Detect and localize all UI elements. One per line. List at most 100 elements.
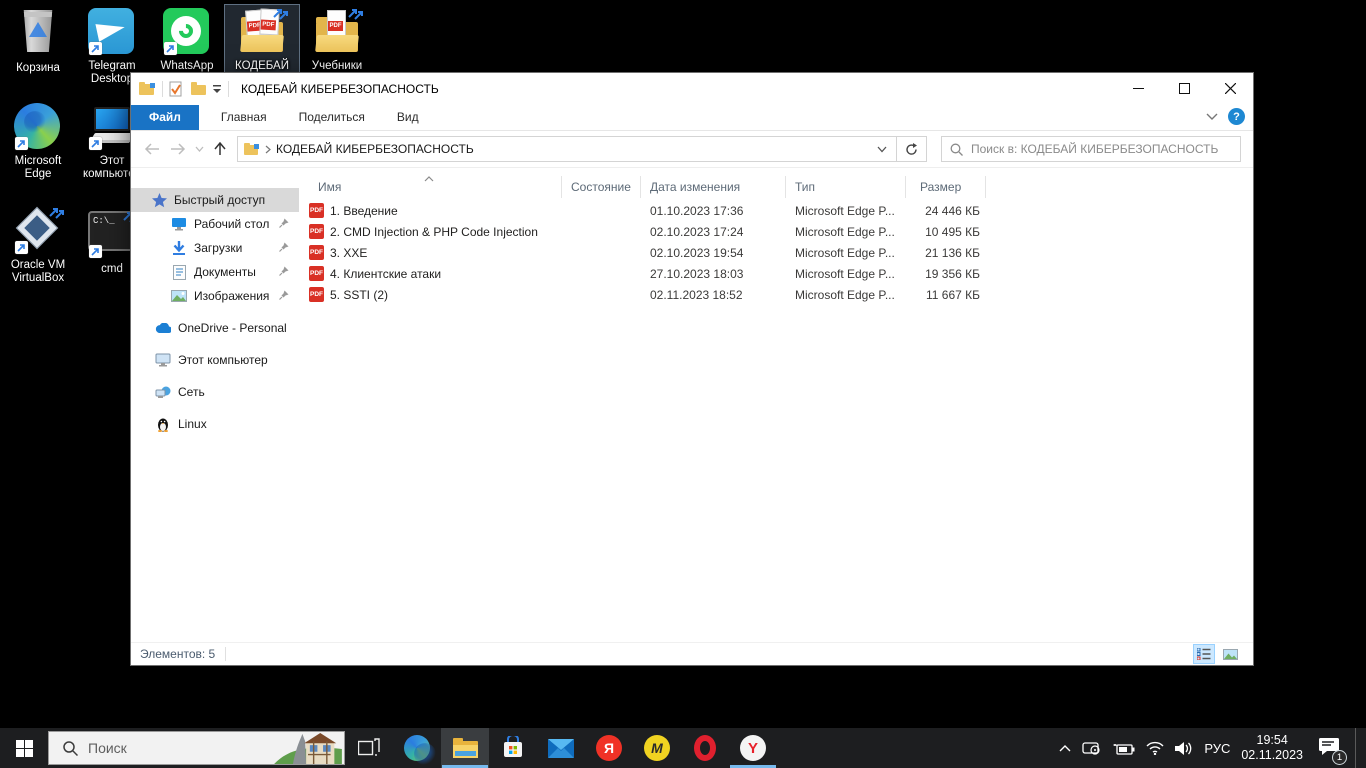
taskbar-m-browser-button[interactable]: M xyxy=(633,728,681,768)
tab-view[interactable]: Вид xyxy=(381,105,435,130)
column-header-size[interactable]: Размер xyxy=(906,176,986,198)
volume-icon[interactable] xyxy=(1175,741,1193,756)
back-button[interactable] xyxy=(139,136,165,162)
time: 19:54 xyxy=(1241,733,1303,748)
title-bar[interactable]: КОДЕБАЙ КИБЕРБЕЗОПАСНОСТЬ xyxy=(131,73,1253,104)
sidebar-item-label: Linux xyxy=(178,417,207,431)
file-row[interactable]: PDF5. SSTI (2) 02.11.2023 18:52 Microsof… xyxy=(299,284,1253,305)
taskbar-yandex-button[interactable]: Я xyxy=(585,728,633,768)
windows-logo-icon xyxy=(16,740,33,757)
sync-arrows-icon xyxy=(48,203,66,224)
clock[interactable]: 19:54 02.11.2023 xyxy=(1241,733,1303,763)
task-view-button[interactable] xyxy=(345,728,393,768)
navigation-bar: КОДЕБАЙ КИБЕРБЕЗОПАСНОСТЬ xyxy=(131,131,1253,168)
sidebar-item-label: Рабочий стол xyxy=(194,217,269,231)
cast-display-icon[interactable] xyxy=(1082,740,1102,756)
file-row[interactable]: PDF3. XXE 02.10.2023 19:54 Microsoft Edg… xyxy=(299,242,1253,263)
taskbar-explorer-button[interactable] xyxy=(441,728,489,768)
large-icons-view-button[interactable] xyxy=(1219,644,1241,664)
explorer-search-box[interactable] xyxy=(941,136,1241,162)
sidebar-item-onedrive[interactable]: OneDrive - Personal xyxy=(131,316,299,340)
shortcut-arrow-icon xyxy=(89,245,102,258)
address-dropdown-icon[interactable] xyxy=(877,146,887,153)
taskbar-yandex-browser-button[interactable]: Y xyxy=(729,728,777,768)
desktop-icon-virtualbox[interactable]: Oracle VM VirtualBox xyxy=(0,203,76,289)
taskbar-store-button[interactable] xyxy=(489,728,537,768)
help-icon[interactable]: ? xyxy=(1228,108,1245,125)
pin-icon xyxy=(279,217,289,231)
pin-icon xyxy=(279,265,289,279)
tab-file[interactable]: Файл xyxy=(131,105,199,130)
taskbar: Я M Y РУС 19:54 02.11.2023 1 xyxy=(0,728,1366,768)
close-button[interactable] xyxy=(1207,73,1253,104)
sidebar-item-downloads[interactable]: Загрузки xyxy=(131,236,299,260)
explorer-icon xyxy=(452,737,479,759)
column-header-type[interactable]: Тип xyxy=(786,176,906,198)
tab-share[interactable]: Поделиться xyxy=(283,105,381,130)
up-button[interactable] xyxy=(207,136,233,162)
items-count: Элементов: 5 xyxy=(140,647,215,661)
desktop-icon-recycle-bin[interactable]: Корзина xyxy=(0,4,76,79)
file-size: 24 446 КБ xyxy=(906,204,986,218)
refresh-button[interactable] xyxy=(897,136,927,162)
battery-icon[interactable] xyxy=(1113,742,1135,755)
sidebar-item-desktop[interactable]: Рабочий стол xyxy=(131,212,299,236)
column-header-modified[interactable]: Дата изменения xyxy=(641,176,786,198)
ribbon-collapse-icon[interactable] xyxy=(1206,113,1218,121)
address-bar[interactable]: КОДЕБАЙ КИБЕРБЕЗОПАСНОСТЬ xyxy=(237,136,897,162)
show-desktop-button[interactable] xyxy=(1355,728,1360,768)
language-indicator[interactable]: РУС xyxy=(1204,741,1230,756)
taskbar-mail-button[interactable] xyxy=(537,728,585,768)
file-modified: 02.11.2023 18:52 xyxy=(641,288,786,302)
explorer-window: КОДЕБАЙ КИБЕРБЕЗОПАСНОСТЬ Файл Главная П… xyxy=(130,72,1254,666)
file-row[interactable]: PDF1. Введение 01.10.2023 17:36 Microsof… xyxy=(299,200,1253,221)
sidebar-item-pictures[interactable]: Изображения xyxy=(131,284,299,308)
desktop-icon-kodebay[interactable]: PDF PDF КОДЕБАЙ xyxy=(224,4,300,77)
wifi-icon[interactable] xyxy=(1146,741,1164,755)
details-view-button[interactable] xyxy=(1193,644,1215,664)
desktop-icon-edge[interactable]: Microsoft Edge xyxy=(0,99,76,185)
recycle-bin-icon xyxy=(14,10,62,58)
qat-dropdown-icon[interactable] xyxy=(212,84,222,94)
maximize-button[interactable] xyxy=(1161,73,1207,104)
edge-icon xyxy=(404,735,430,761)
sidebar-item-quick-access[interactable]: Быстрый доступ xyxy=(131,188,299,212)
forward-button[interactable] xyxy=(165,136,191,162)
column-header-state[interactable]: Состояние xyxy=(562,176,641,198)
properties-qat-icon[interactable] xyxy=(169,81,183,97)
taskbar-opera-button[interactable] xyxy=(681,728,729,768)
mail-icon xyxy=(548,739,574,758)
microsoft-store-icon xyxy=(501,736,525,760)
notification-badge: 1 xyxy=(1332,750,1347,765)
sort-ascending-icon xyxy=(424,169,434,187)
sidebar-item-label: Сеть xyxy=(178,385,205,399)
address-folder-icon xyxy=(244,143,260,156)
new-folder-qat-icon[interactable] xyxy=(191,82,207,95)
sidebar-item-documents[interactable]: Документы xyxy=(131,260,299,284)
start-button[interactable] xyxy=(0,728,48,768)
breadcrumb[interactable]: КОДЕБАЙ КИБЕРБЕЗОПАСНОСТЬ xyxy=(276,142,474,156)
file-row[interactable]: PDF2. CMD Injection & PHP Code Injection… xyxy=(299,221,1253,242)
file-row[interactable]: PDF4. Клиентские атаки 27.10.2023 18:03 … xyxy=(299,263,1253,284)
desktop-folder-icon xyxy=(171,216,187,232)
desktop-icon-whatsapp[interactable]: WhatsApp xyxy=(149,4,225,77)
sidebar-item-this-pc[interactable]: Этот компьютер xyxy=(131,348,299,372)
file-size: 10 495 КБ xyxy=(906,225,986,239)
explorer-search-input[interactable] xyxy=(971,142,1232,156)
sidebar-item-linux[interactable]: Linux xyxy=(131,412,299,436)
tab-home[interactable]: Главная xyxy=(205,105,283,130)
notification-center-button[interactable]: 1 xyxy=(1318,737,1340,760)
taskbar-search-box[interactable] xyxy=(48,731,345,765)
minimize-button[interactable] xyxy=(1115,73,1161,104)
taskbar-search-input[interactable] xyxy=(88,740,228,756)
sidebar-item-network[interactable]: Сеть xyxy=(131,380,299,404)
taskbar-edge-button[interactable] xyxy=(393,728,441,768)
recent-locations-dropdown-icon[interactable] xyxy=(191,136,207,162)
shortcut-arrow-icon xyxy=(89,42,102,55)
search-highlight-image xyxy=(272,732,344,764)
tray-expand-icon[interactable] xyxy=(1059,744,1071,752)
yandex-icon: Я xyxy=(596,735,622,761)
desktop-icon-uchebniki[interactable]: PDF Учебники xyxy=(299,4,375,77)
window-title: КОДЕБАЙ КИБЕРБЕЗОПАСНОСТЬ xyxy=(241,82,439,96)
search-icon xyxy=(950,143,963,156)
